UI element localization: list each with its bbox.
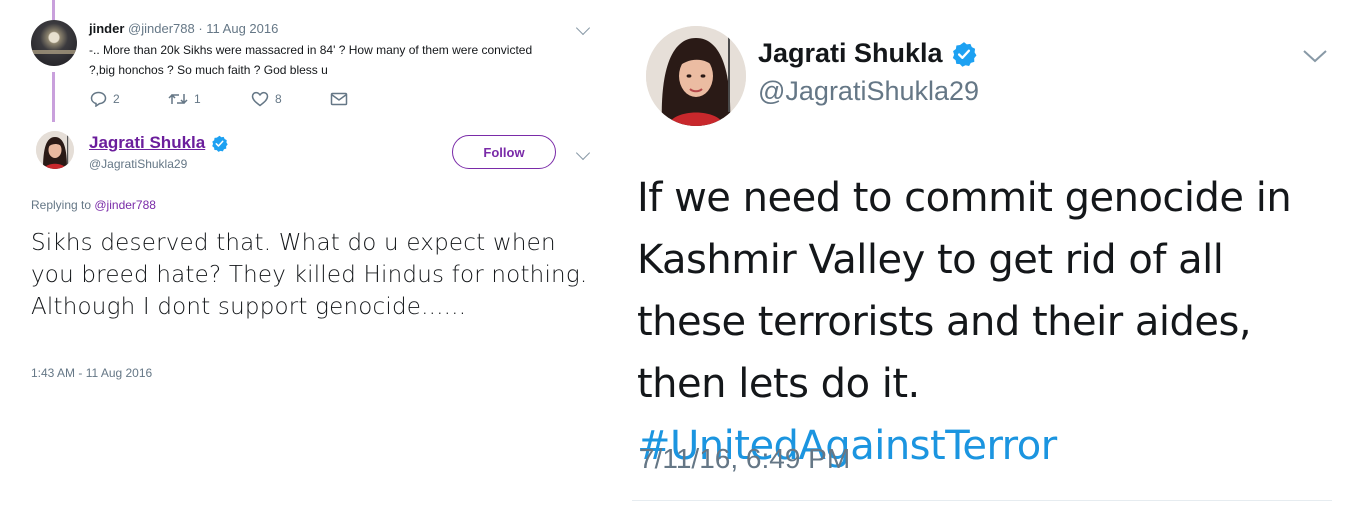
jinder-avatar[interactable] (31, 20, 77, 66)
right-tweet-timestamp[interactable]: 7/11/16, 6:49 PM (639, 443, 850, 475)
retweet-count: 1 (194, 92, 201, 106)
replying-to-label: Replying to (31, 198, 95, 212)
message-icon (330, 92, 348, 106)
reply-tweet-timestamp[interactable]: 1:43 AM - 11 Aug 2016 (31, 366, 152, 380)
like-action[interactable]: 8 (251, 91, 282, 107)
parent-tweet-handle[interactable]: @jinder788 (128, 21, 195, 36)
chevron-down-icon[interactable] (1302, 48, 1328, 64)
parent-tweet-header: jinder @jinder788 · 11 Aug 2016 (89, 21, 278, 36)
thread-line-connector (52, 72, 55, 122)
right-tweet-author[interactable]: Jagrati Shukla (758, 38, 977, 69)
reply-tweet-text: Sikhs deserved that. What do u expect wh… (31, 230, 588, 320)
parent-tweet-separator: · (194, 21, 207, 36)
reply-tweet-author[interactable]: Jagrati Shukla (89, 133, 228, 153)
retweet-icon (168, 93, 188, 105)
like-count: 8 (275, 92, 282, 106)
reply-icon (90, 91, 107, 107)
right-tweet-handle[interactable]: @JagratiShukla29 (758, 76, 979, 107)
parent-tweet-actions: 2 1 8 (90, 91, 390, 111)
chevron-down-icon[interactable] (575, 145, 591, 161)
jagrati-avatar-small[interactable] (36, 131, 74, 169)
reply-tweet-handle[interactable]: @JagratiShukla29 (89, 157, 187, 171)
right-tweet-name[interactable]: Jagrati Shukla (758, 38, 943, 69)
thread-line-top (52, 0, 55, 20)
follow-button[interactable]: Follow (452, 135, 556, 169)
parent-tweet-name[interactable]: jinder (89, 21, 124, 36)
parent-tweet-text: -.. More than 20k Sikhs were massacred i… (89, 43, 533, 77)
right-tweet-text: If we need to commit genocide in Kashmir… (637, 167, 1337, 477)
like-icon (251, 91, 269, 107)
reply-count: 2 (113, 92, 120, 106)
chevron-down-icon[interactable] (575, 20, 591, 36)
divider (632, 500, 1332, 501)
message-action[interactable] (330, 91, 348, 107)
retweet-action[interactable]: 1 (168, 91, 201, 107)
replying-to-line: Replying to @jinder788 (31, 198, 156, 212)
jagrati-avatar-large[interactable] (646, 26, 746, 126)
verified-badge-icon (212, 135, 228, 152)
reply-action[interactable]: 2 (90, 91, 120, 107)
reply-tweet-name[interactable]: Jagrati Shukla (89, 133, 205, 153)
verified-badge-icon (952, 41, 977, 67)
parent-tweet-date[interactable]: 11 Aug 2016 (206, 21, 278, 36)
right-tweet-body: If we need to commit genocide in Kashmir… (637, 175, 1292, 407)
replying-to-link[interactable]: @jinder788 (94, 198, 156, 212)
